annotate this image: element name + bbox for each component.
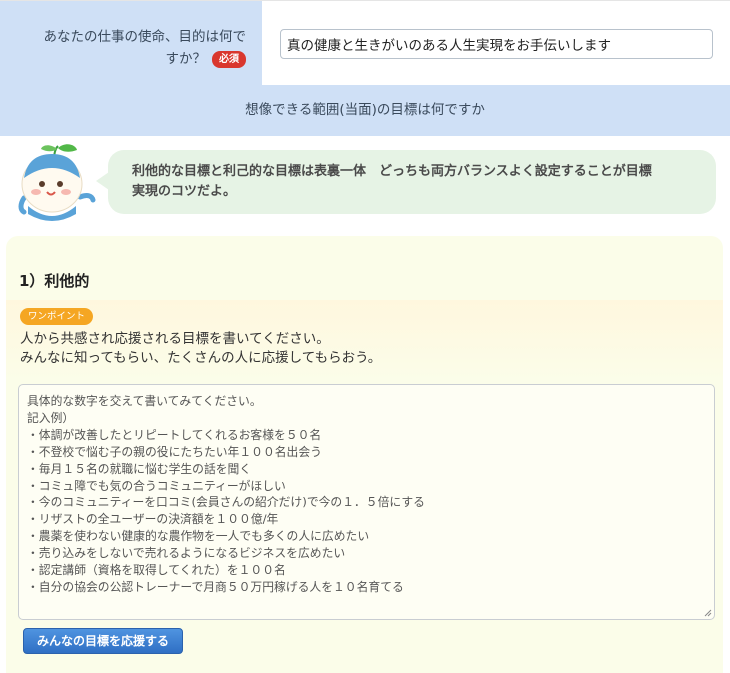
altruistic-goal-card: 1）利他的 ワンポイント 人から共感され応援される目標を書いてください。 みんな… [6, 236, 723, 673]
support-goals-button[interactable]: みんなの目標を応援する [23, 628, 183, 654]
mission-label-line2: すか？ [165, 51, 207, 67]
sprout-mascot-icon [14, 142, 96, 224]
placeholder-line: ・コミュ障でも気の合うコミュニティーがほしい [27, 478, 286, 493]
section-title: 想像できる範囲(当面)の目標は何ですか [0, 85, 730, 136]
mission-label: あなたの仕事の使命、目的は何で すか？ 必須 [26, 26, 246, 70]
placeholder-line: ・認定講師（資格を取得してくれた）を１００名 [27, 563, 286, 578]
placeholder-line: ・リザストの全ユーザーの決済額を１００億/年 [27, 512, 279, 527]
mission-input[interactable] [280, 29, 713, 59]
placeholder-line: 具体的な数字を交えて書いてみてください。 [27, 394, 262, 408]
placeholder-line: ・今のコミュニティーを口コミ(会員さんの紹介だけ)で今の１．５倍にする [27, 495, 425, 510]
placeholder-line: ・体調が改善したとリピートしてくれるお客様を５０名 [27, 427, 322, 442]
tip-line2: みんなに知ってもらい、たくさんの人に応援してもらおう。 [20, 350, 382, 366]
mission-label-line1: あなたの仕事の使命、目的は何で [43, 29, 247, 45]
tip-text: 人から共感され応援される目標を書いてください。 みんなに知ってもらい、たくさんの… [20, 330, 381, 368]
tip-line1: 人から共感され応援される目標を書いてください。 [20, 331, 330, 347]
altruistic-heading: 1）利他的 [19, 272, 90, 290]
resize-grip-icon[interactable] [704, 609, 712, 617]
placeholder-line: ・不登校で悩む子の親の役にたちたい年１００名出会う [27, 444, 322, 459]
placeholder-line: 記入例） [27, 410, 75, 425]
mission-label-cell: あなたの仕事の使命、目的は何で すか？ 必須 [0, 1, 262, 85]
mission-field-cell [262, 1, 730, 85]
placeholder-line: ・売り込みをしないで売れるようになるビジネスを広めたい [27, 546, 346, 561]
placeholder-line: ・農薬を使わない健康的な農作物を一人でも多くの人に広めたい [27, 529, 370, 544]
placeholder-line: ・毎月１５名の就職に悩む学生の話を聞く [27, 461, 252, 476]
required-badge: 必須 [212, 50, 246, 68]
mission-row: あなたの仕事の使命、目的は何で すか？ 必須 [0, 0, 730, 85]
hint-line2: 実現のコツだよ。 [132, 184, 237, 199]
placeholder-line: ・自分の協会の公認トレーナーで月商５０万円稼げる人を１０名育てる [27, 579, 404, 594]
hint-line1: 利他的な目標と利己的な目標は表裏一体 どっちも両方バランスよく設定することが目標 [132, 164, 652, 179]
hint-bubble: 利他的な目標と利己的な目標は表裏一体 どっちも両方バランスよく設定することが目標… [108, 150, 716, 214]
altruistic-goal-textarea[interactable]: 具体的な数字を交えて書いてみてください。 記入例） ・体調が改善したとリピートし… [18, 384, 715, 620]
onepoint-badge: ワンポイント [20, 308, 94, 325]
